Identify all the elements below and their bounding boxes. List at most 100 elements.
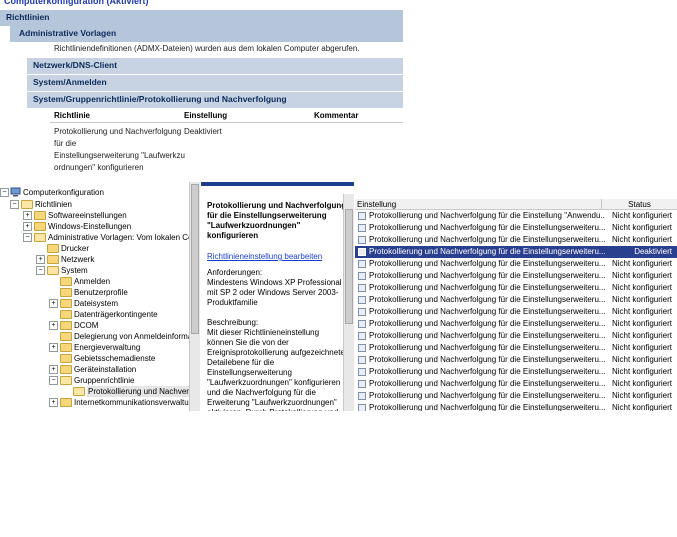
setting-name: Protokollierung und Nachverfolgung für d…: [369, 319, 605, 328]
folder-open-icon: [34, 233, 46, 242]
setting-row[interactable]: Protokollierung und Nachverfolgung für d…: [355, 270, 677, 282]
setting-name: Protokollierung und Nachverfolgung für d…: [369, 235, 605, 244]
setting-status: Nicht konfiguriert: [611, 259, 672, 268]
expand-icon[interactable]: +: [49, 398, 58, 407]
setting-name: Protokollierung und Nachverfolgung für d…: [369, 223, 605, 232]
computer-icon: [10, 187, 21, 197]
policy-setting-icon: [358, 296, 366, 304]
setting-status: Nicht konfiguriert: [611, 235, 672, 244]
folder-icon: [60, 321, 72, 330]
expand-icon[interactable]: +: [49, 365, 58, 374]
setting-status: Nicht konfiguriert: [611, 283, 672, 292]
policy-title: Protokollierung und Nachverfolgung für d…: [207, 201, 347, 240]
setting-name: Protokollierung und Nachverfolgung für d…: [369, 283, 605, 292]
expand-icon[interactable]: +: [49, 321, 58, 330]
expand-icon[interactable]: +: [49, 299, 58, 308]
setting-row[interactable]: Protokollierung und Nachverfolgung für d…: [355, 234, 677, 246]
folder-open-icon: [47, 266, 59, 275]
setting-name: Protokollierung und Nachverfolgung für d…: [369, 307, 605, 316]
description-scrollbar[interactable]: [343, 194, 354, 411]
setting-row[interactable]: Protokollierung und Nachverfolgung für d…: [355, 402, 677, 411]
folder-icon: [60, 288, 72, 297]
folder-open-icon: [60, 376, 72, 385]
setting-name: Protokollierung und Nachverfolgung für d…: [369, 331, 605, 340]
section-system-anmelden[interactable]: System/Anmelden: [27, 75, 403, 91]
folder-open-icon: [73, 387, 85, 396]
report-policy-setting: Deaktiviert: [184, 127, 222, 136]
folder-icon: [60, 354, 72, 363]
policy-setting-icon: [358, 248, 366, 256]
expand-icon[interactable]: +: [23, 222, 32, 231]
admx-info-text: Richtliniendefinitionen (ADMX-Dateien) w…: [54, 44, 360, 53]
policy-setting-icon: [358, 236, 366, 244]
collapse-icon[interactable]: −: [10, 200, 19, 209]
expand-icon[interactable]: +: [49, 343, 58, 352]
folder-icon: [60, 332, 72, 341]
collapse-icon[interactable]: −: [36, 266, 45, 275]
description-pane: Protokollierung und Nachverfolgung für d…: [201, 182, 354, 411]
policy-setting-icon: [358, 380, 366, 388]
pane-header-line: [201, 182, 354, 186]
collapse-icon[interactable]: −: [23, 233, 32, 242]
report-policy-line: ordnungen" konfigurieren: [54, 163, 144, 172]
setting-status: Nicht konfiguriert: [611, 355, 672, 364]
section-netzwerk-dns[interactable]: Netzwerk/DNS-Client: [27, 58, 403, 74]
folder-icon: [60, 277, 72, 286]
setting-row[interactable]: Protokollierung und Nachverfolgung für d…: [355, 210, 677, 222]
setting-name: Protokollierung und Nachverfolgung für d…: [369, 295, 605, 304]
setting-row[interactable]: Protokollierung und Nachverfolgung für d…: [355, 342, 677, 354]
tree-scroll-thumb[interactable]: [191, 184, 199, 334]
setting-status: Nicht konfiguriert: [611, 211, 672, 220]
edit-policy-link[interactable]: Richtlinieneinstellung bearbeiten: [207, 252, 322, 261]
setting-row[interactable]: Protokollierung und Nachverfolgung für d…: [355, 378, 677, 390]
expand-icon[interactable]: +: [36, 255, 45, 264]
setting-status: Nicht konfiguriert: [611, 319, 672, 328]
policy-setting-icon: [358, 308, 366, 316]
folder-icon: [60, 310, 72, 319]
setting-status: Nicht konfiguriert: [611, 223, 672, 232]
setting-name: Protokollierung und Nachverfolgung für d…: [369, 259, 605, 268]
collapse-icon[interactable]: −: [0, 188, 9, 197]
setting-name: Protokollierung und Nachverfolgung für d…: [369, 403, 605, 411]
navigation-tree[interactable]: − Computerkonfiguration − Richtlinien + …: [0, 182, 189, 411]
setting-status: Nicht konfiguriert: [611, 271, 672, 280]
collapse-icon[interactable]: −: [49, 376, 58, 385]
folder-icon: [60, 343, 72, 352]
setting-row[interactable]: Protokollierung und Nachverfolgung für d…: [355, 222, 677, 234]
setting-name: Protokollierung und Nachverfolgung für d…: [369, 343, 605, 352]
setting-row[interactable]: Protokollierung und Nachverfolgung für d…: [355, 318, 677, 330]
setting-row[interactable]: Protokollierung und Nachverfolgung für d…: [355, 366, 677, 378]
section-richtlinien[interactable]: Richtlinien: [0, 10, 403, 26]
setting-status: Deaktiviert: [634, 247, 672, 256]
setting-row[interactable]: Protokollierung und Nachverfolgung für d…: [355, 294, 677, 306]
section-administrative-vorlagen[interactable]: Administrative Vorlagen: [10, 26, 403, 42]
column-header-setting[interactable]: Einstellung: [355, 199, 601, 210]
setting-row[interactable]: Protokollierung und Nachverfolgung für d…: [355, 330, 677, 342]
column-header-status[interactable]: Status: [601, 199, 677, 210]
section-gruppenrichtlinie[interactable]: System/Gruppenrichtlinie/Protokollierung…: [27, 92, 403, 108]
policy-setting-icon: [358, 392, 366, 400]
setting-status: Nicht konfiguriert: [611, 331, 672, 340]
setting-row[interactable]: Protokollierung und Nachverfolgung für d…: [355, 258, 677, 270]
settings-list[interactable]: Einstellung Status Protokollierung und N…: [355, 186, 677, 411]
setting-status: Nicht konfiguriert: [611, 391, 672, 400]
policy-report: Computerkonfiguration (Aktiviert) Richtl…: [0, 0, 403, 176]
policy-setting-icon: [358, 368, 366, 376]
header-divider: [50, 122, 403, 123]
setting-row[interactable]: Protokollierung und Nachverfolgung für d…: [355, 390, 677, 402]
policy-setting-icon: [358, 332, 366, 340]
policy-setting-icon: [358, 404, 366, 411]
setting-row[interactable]: Protokollierung und Nachverfolgung für d…: [355, 246, 677, 258]
policy-setting-icon: [358, 224, 366, 232]
tree-scrollbar[interactable]: [189, 182, 200, 411]
setting-name: Protokollierung und Nachverfolgung für d…: [369, 379, 605, 388]
expand-icon[interactable]: +: [23, 211, 32, 220]
column-header-einstellung: Einstellung: [184, 111, 228, 120]
setting-row[interactable]: Protokollierung und Nachverfolgung für d…: [355, 306, 677, 318]
setting-status: Nicht konfiguriert: [611, 307, 672, 316]
policy-setting-icon: [358, 320, 366, 328]
setting-row[interactable]: Protokollierung und Nachverfolgung für d…: [355, 282, 677, 294]
setting-name: Protokollierung und Nachverfolgung für d…: [369, 355, 605, 364]
setting-row[interactable]: Protokollierung und Nachverfolgung für d…: [355, 354, 677, 366]
description-scroll-thumb[interactable]: [345, 209, 353, 324]
